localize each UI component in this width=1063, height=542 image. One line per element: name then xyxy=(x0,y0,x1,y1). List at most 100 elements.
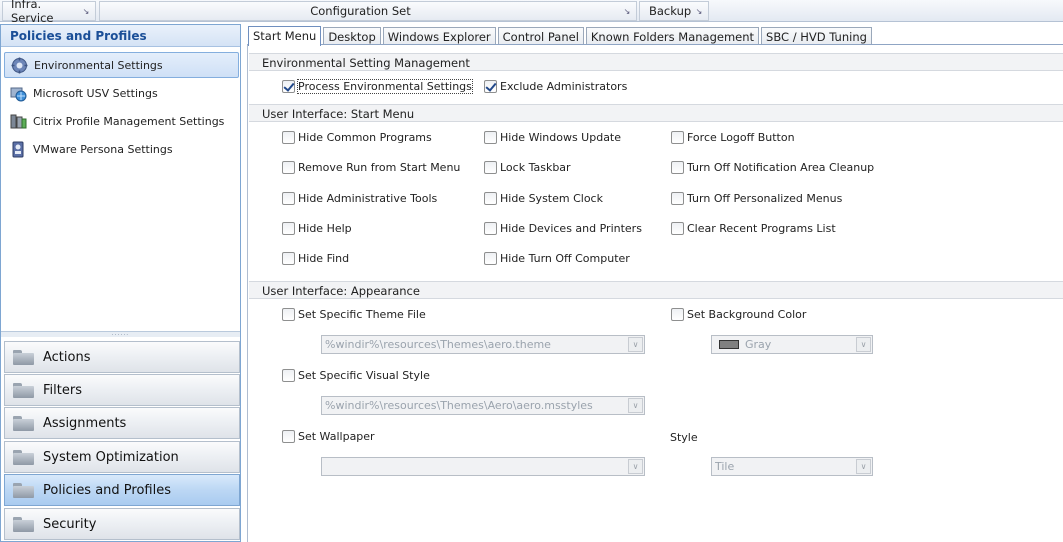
turn-off-notification-area-cleanup-checkbox[interactable]: Turn Off Notification Area Cleanup xyxy=(671,161,874,174)
hide-find-checkbox[interactable]: Hide Find xyxy=(282,252,349,265)
hide-help-checkbox[interactable]: Hide Help xyxy=(282,222,352,235)
checkbox-unchecked-icon xyxy=(282,252,295,265)
nav-item-vmware-persona-settings[interactable]: VMware Persona Settings xyxy=(4,136,239,162)
bucket-filters[interactable]: Filters xyxy=(4,374,240,406)
bucket-policies-and-profiles[interactable]: Policies and Profiles xyxy=(4,474,240,506)
checkbox-label: Hide Help xyxy=(298,222,352,235)
hide-system-clock-checkbox[interactable]: Hide System Clock xyxy=(484,192,603,205)
checkbox-unchecked-icon xyxy=(671,192,684,205)
dropdown-value: %windir%\resources\Themes\aero.theme xyxy=(325,338,551,351)
style-label: Style xyxy=(670,431,698,444)
bucket-security[interactable]: Security xyxy=(4,508,240,540)
tab-strip: Start Menu Desktop Windows Explorer Cont… xyxy=(248,26,874,46)
chevron-down-icon: ∨ xyxy=(628,459,643,474)
checkbox-label: Remove Run from Start Menu xyxy=(298,161,461,174)
checkbox-label: Hide Windows Update xyxy=(500,131,622,144)
bucket-actions[interactable]: Actions xyxy=(4,341,240,373)
top-toolbar: Infra. Service ↘ Configuration Set ↘ Bac… xyxy=(0,0,1063,25)
checkbox-unchecked-icon xyxy=(282,369,295,382)
checkbox-label: Hide Turn Off Computer xyxy=(500,252,630,265)
nav-item-label: Environmental Settings xyxy=(34,58,163,72)
lock-taskbar-checkbox[interactable]: Lock Taskbar xyxy=(484,161,571,174)
nav-item-environmental-settings[interactable]: Environmental Settings xyxy=(4,52,239,78)
wallpaper-style-dropdown[interactable]: Tile ∨ xyxy=(711,457,873,476)
checkbox-label: Clear Recent Programs List xyxy=(687,222,836,235)
folder-icon xyxy=(13,349,34,365)
checkbox-label: Hide Administrative Tools xyxy=(298,192,438,205)
checkbox-label: Hide Common Programs xyxy=(298,131,432,144)
clear-recent-programs-list-checkbox[interactable]: Clear Recent Programs List xyxy=(671,222,836,235)
section-header-environmental-setting-management: Environmental Setting Management xyxy=(249,53,1063,71)
checkbox-unchecked-icon xyxy=(484,131,497,144)
checkbox-label: Force Logoff Button xyxy=(687,131,795,144)
expand-arrow-icon: ↘ xyxy=(82,6,90,16)
checkbox-unchecked-icon xyxy=(282,192,295,205)
checkbox-unchecked-icon xyxy=(484,222,497,235)
color-swatch xyxy=(719,340,739,349)
dropdown-value: %windir%\resources\Themes\Aero\aero.msst… xyxy=(325,399,593,412)
checkbox-unchecked-icon xyxy=(484,161,497,174)
settings-area: Start Menu Desktop Windows Explorer Cont… xyxy=(243,24,1063,542)
panel-header: Policies and Profiles xyxy=(1,25,240,47)
tab-known-folders-management[interactable]: Known Folders Management xyxy=(585,27,760,45)
citrix-servers-icon xyxy=(10,114,27,128)
infra-service-button[interactable]: Infra. Service ↘ xyxy=(2,0,96,25)
hide-common-programs-checkbox[interactable]: Hide Common Programs xyxy=(282,131,432,144)
exclude-administrators-checkbox[interactable]: Exclude Administrators xyxy=(484,80,627,93)
bucket-label: Policies and Profiles xyxy=(43,482,172,498)
bucket-assignments[interactable]: Assignments xyxy=(4,407,240,439)
wallpaper-dropdown[interactable]: ∨ xyxy=(321,457,645,476)
folder-icon xyxy=(13,449,34,465)
tab-sbc-hvd-tuning[interactable]: SBC / HVD Tuning xyxy=(761,27,872,45)
left-navigation-panel: Policies and Profiles Environmental Sett… xyxy=(0,24,241,542)
nav-item-citrix-profile-management[interactable]: Citrix Profile Management Settings xyxy=(4,108,239,134)
dropdown-value: Gray xyxy=(745,338,772,351)
chevron-down-icon: ∨ xyxy=(856,337,871,352)
remove-run-from-start-menu-checkbox[interactable]: Remove Run from Start Menu xyxy=(282,161,460,174)
tab-content: Environmental Setting Management Process… xyxy=(247,44,1063,542)
bucket-system-optimization[interactable]: System Optimization xyxy=(4,441,240,473)
hide-windows-update-checkbox[interactable]: Hide Windows Update xyxy=(484,131,621,144)
nav-item-label: VMware Persona Settings xyxy=(33,142,173,156)
folder-icon xyxy=(13,382,34,398)
section-header-appearance: User Interface: Appearance xyxy=(249,281,1063,299)
turn-off-personalized-menus-checkbox[interactable]: Turn Off Personalized Menus xyxy=(671,192,842,205)
nav-item-microsoft-usv-settings[interactable]: Microsoft USV Settings xyxy=(4,80,239,106)
bucket-label: Actions xyxy=(43,349,91,365)
chevron-down-icon: ∨ xyxy=(856,459,871,474)
checkbox-unchecked-icon xyxy=(671,222,684,235)
checkbox-label: Set Specific Theme File xyxy=(298,308,426,321)
configuration-set-button[interactable]: Configuration Set ↘ xyxy=(99,1,637,21)
set-wallpaper-checkbox[interactable]: Set Wallpaper xyxy=(282,430,375,443)
configuration-set-label: Configuration Set xyxy=(310,4,411,18)
tab-start-menu[interactable]: Start Menu xyxy=(248,26,322,46)
set-specific-visual-style-checkbox[interactable]: Set Specific Visual Style xyxy=(282,369,430,382)
checkbox-label: Lock Taskbar xyxy=(500,161,571,174)
theme-file-dropdown[interactable]: %windir%\resources\Themes\aero.theme ∨ xyxy=(321,335,645,354)
bucket-label: System Optimization xyxy=(43,449,179,465)
hide-administrative-tools-checkbox[interactable]: Hide Administrative Tools xyxy=(282,192,437,205)
nav-item-label: Microsoft USV Settings xyxy=(33,86,158,100)
tab-windows-explorer[interactable]: Windows Explorer xyxy=(382,27,496,45)
tab-control-panel[interactable]: Control Panel xyxy=(497,27,584,45)
backup-button[interactable]: Backup ↘ xyxy=(639,1,709,21)
force-logoff-button-checkbox[interactable]: Force Logoff Button xyxy=(671,131,795,144)
checkbox-label: Turn Off Notification Area Cleanup xyxy=(687,161,875,174)
folder-icon xyxy=(13,516,34,532)
hide-turn-off-computer-checkbox[interactable]: Hide Turn Off Computer xyxy=(484,252,630,265)
hide-devices-and-printers-checkbox[interactable]: Hide Devices and Printers xyxy=(484,222,642,235)
checkbox-checked-icon xyxy=(282,80,295,93)
chevron-down-icon: ∨ xyxy=(628,337,643,352)
tab-desktop[interactable]: Desktop xyxy=(323,27,381,45)
checkbox-unchecked-icon xyxy=(282,131,295,144)
checkbox-label: Exclude Administrators xyxy=(500,80,628,93)
section-header-start-menu: User Interface: Start Menu xyxy=(249,104,1063,122)
visual-style-dropdown[interactable]: %windir%\resources\Themes\Aero\aero.msst… xyxy=(321,396,645,415)
set-background-color-checkbox[interactable]: Set Background Color xyxy=(671,308,806,321)
panel-splitter[interactable]: ...... xyxy=(1,331,240,337)
process-environmental-settings-checkbox[interactable]: Process Environmental Settings xyxy=(282,79,473,94)
set-specific-theme-file-checkbox[interactable]: Set Specific Theme File xyxy=(282,308,426,321)
checkbox-label: Hide System Clock xyxy=(500,192,603,205)
checkbox-unchecked-icon xyxy=(671,161,684,174)
background-color-dropdown[interactable]: Gray ∨ xyxy=(711,335,873,354)
